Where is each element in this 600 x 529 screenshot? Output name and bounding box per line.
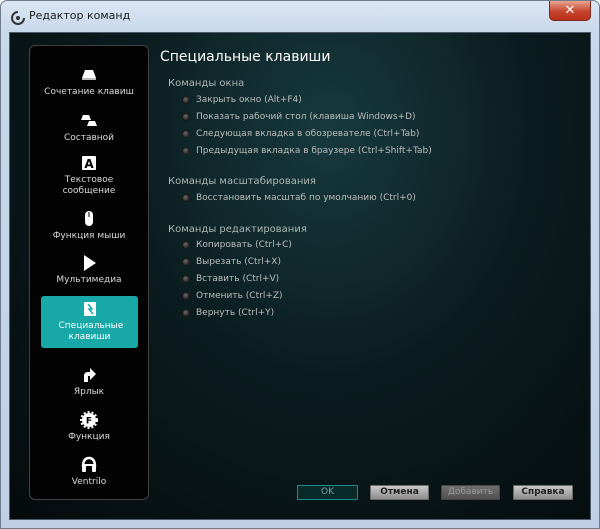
radio-button[interactable]	[182, 258, 190, 266]
sidebar-item-label: Мультимедиа	[56, 275, 122, 285]
command-type-sidebar: Сочетание клавиш Составной A Текстовое с…	[29, 45, 149, 500]
sidebar-item-label: Функция	[68, 432, 110, 442]
shortcut-arrow-icon	[79, 366, 99, 384]
help-button[interactable]: Справка	[513, 485, 573, 500]
radio-button[interactable]	[182, 147, 190, 155]
sidebar-item-multikey[interactable]: Составной	[30, 112, 148, 144]
group-title-zoom: Команды масштабирования	[168, 176, 316, 187]
cancel-button[interactable]: Отмена	[370, 485, 429, 500]
option-label: Предыдущая вкладка в браузере (Ctrl+Shif…	[196, 146, 432, 156]
logitech-logo-icon	[11, 10, 25, 25]
headset-icon	[79, 456, 99, 474]
svg-text:A: A	[84, 157, 94, 171]
add-button[interactable]: Добавить	[441, 485, 500, 500]
sidebar-item-function[interactable]: F Функция	[30, 411, 148, 443]
option-label: Вернуть (Ctrl+Y)	[196, 308, 275, 318]
radio-button[interactable]	[182, 130, 190, 138]
option-label: Копировать (Ctrl+C)	[196, 240, 292, 250]
radio-button[interactable]	[182, 275, 190, 283]
option-label: Показать рабочий стол (клавиша Windows+D…	[196, 112, 416, 122]
radio-button[interactable]	[182, 113, 190, 121]
text-block-icon: A	[79, 154, 99, 172]
option-label: Закрыть окно (Alt+F4)	[196, 95, 302, 105]
svg-text:F: F	[86, 417, 92, 427]
group-title-editing: Команды редактирования	[168, 224, 307, 235]
close-icon: ✕	[564, 3, 576, 18]
sidebar-item-hotkey[interactable]: Специальные клавиши	[41, 296, 138, 348]
play-icon	[79, 254, 99, 272]
sidebar-item-label: Составной	[63, 133, 115, 143]
sidebar-item-mouse-function[interactable]: Функция мыши	[30, 210, 148, 242]
option-label: Отменить (Ctrl+Z)	[196, 291, 283, 301]
option-label: Вырезать (Ctrl+X)	[196, 257, 281, 267]
editor-panel: Сочетание клавиш Составной A Текстовое с…	[9, 32, 591, 520]
group-title-window: Команды окна	[168, 78, 245, 89]
window-title: Редактор команд	[29, 9, 131, 22]
mouse-icon	[79, 210, 99, 228]
radio-button[interactable]	[182, 241, 190, 249]
sidebar-item-keystroke[interactable]: Сочетание клавиш	[30, 66, 148, 98]
sidebar-item-label: Текстовое сообщение	[62, 175, 116, 196]
option-label: Следующая вкладка в обозревателе (Ctrl+T…	[196, 129, 420, 139]
option-label: Восстановить масштаб по умолчанию (Ctrl+…	[196, 193, 416, 203]
radio-button[interactable]	[182, 194, 190, 202]
sidebar-item-text-block[interactable]: A Текстовое сообщение	[30, 154, 148, 197]
sidebar-item-ventrilo[interactable]: Ventrilo	[30, 456, 148, 488]
sidebar-item-label: Ventrilo	[71, 477, 107, 487]
function-gear-icon: F	[79, 411, 99, 429]
keyboard-shortcut-icon	[79, 66, 99, 84]
radio-button[interactable]	[182, 292, 190, 300]
command-editor-window: Редактор команд ✕ Сочетание клавиш Соста…	[0, 0, 600, 529]
sidebar-item-label: Функция мыши	[52, 231, 126, 241]
hotkey-icon	[80, 300, 100, 318]
sidebar-item-label: Ярлык	[73, 387, 105, 397]
sidebar-item-label: Сочетание клавиш	[44, 87, 134, 97]
radio-button[interactable]	[182, 96, 190, 104]
title-bar[interactable]: Редактор команд ✕	[1, 1, 599, 31]
close-button[interactable]: ✕	[549, 1, 591, 21]
ok-button[interactable]: OK	[297, 485, 358, 500]
multikey-icon	[79, 112, 99, 130]
page-title: Специальные клавиши	[160, 49, 331, 65]
sidebar-item-shortcut[interactable]: Ярлык	[30, 366, 148, 398]
sidebar-item-label: Специальные клавиши	[58, 321, 124, 342]
option-label: Вставить (Ctrl+V)	[196, 274, 280, 284]
sidebar-item-media[interactable]: Мультимедиа	[30, 254, 148, 286]
radio-button[interactable]	[182, 309, 190, 317]
